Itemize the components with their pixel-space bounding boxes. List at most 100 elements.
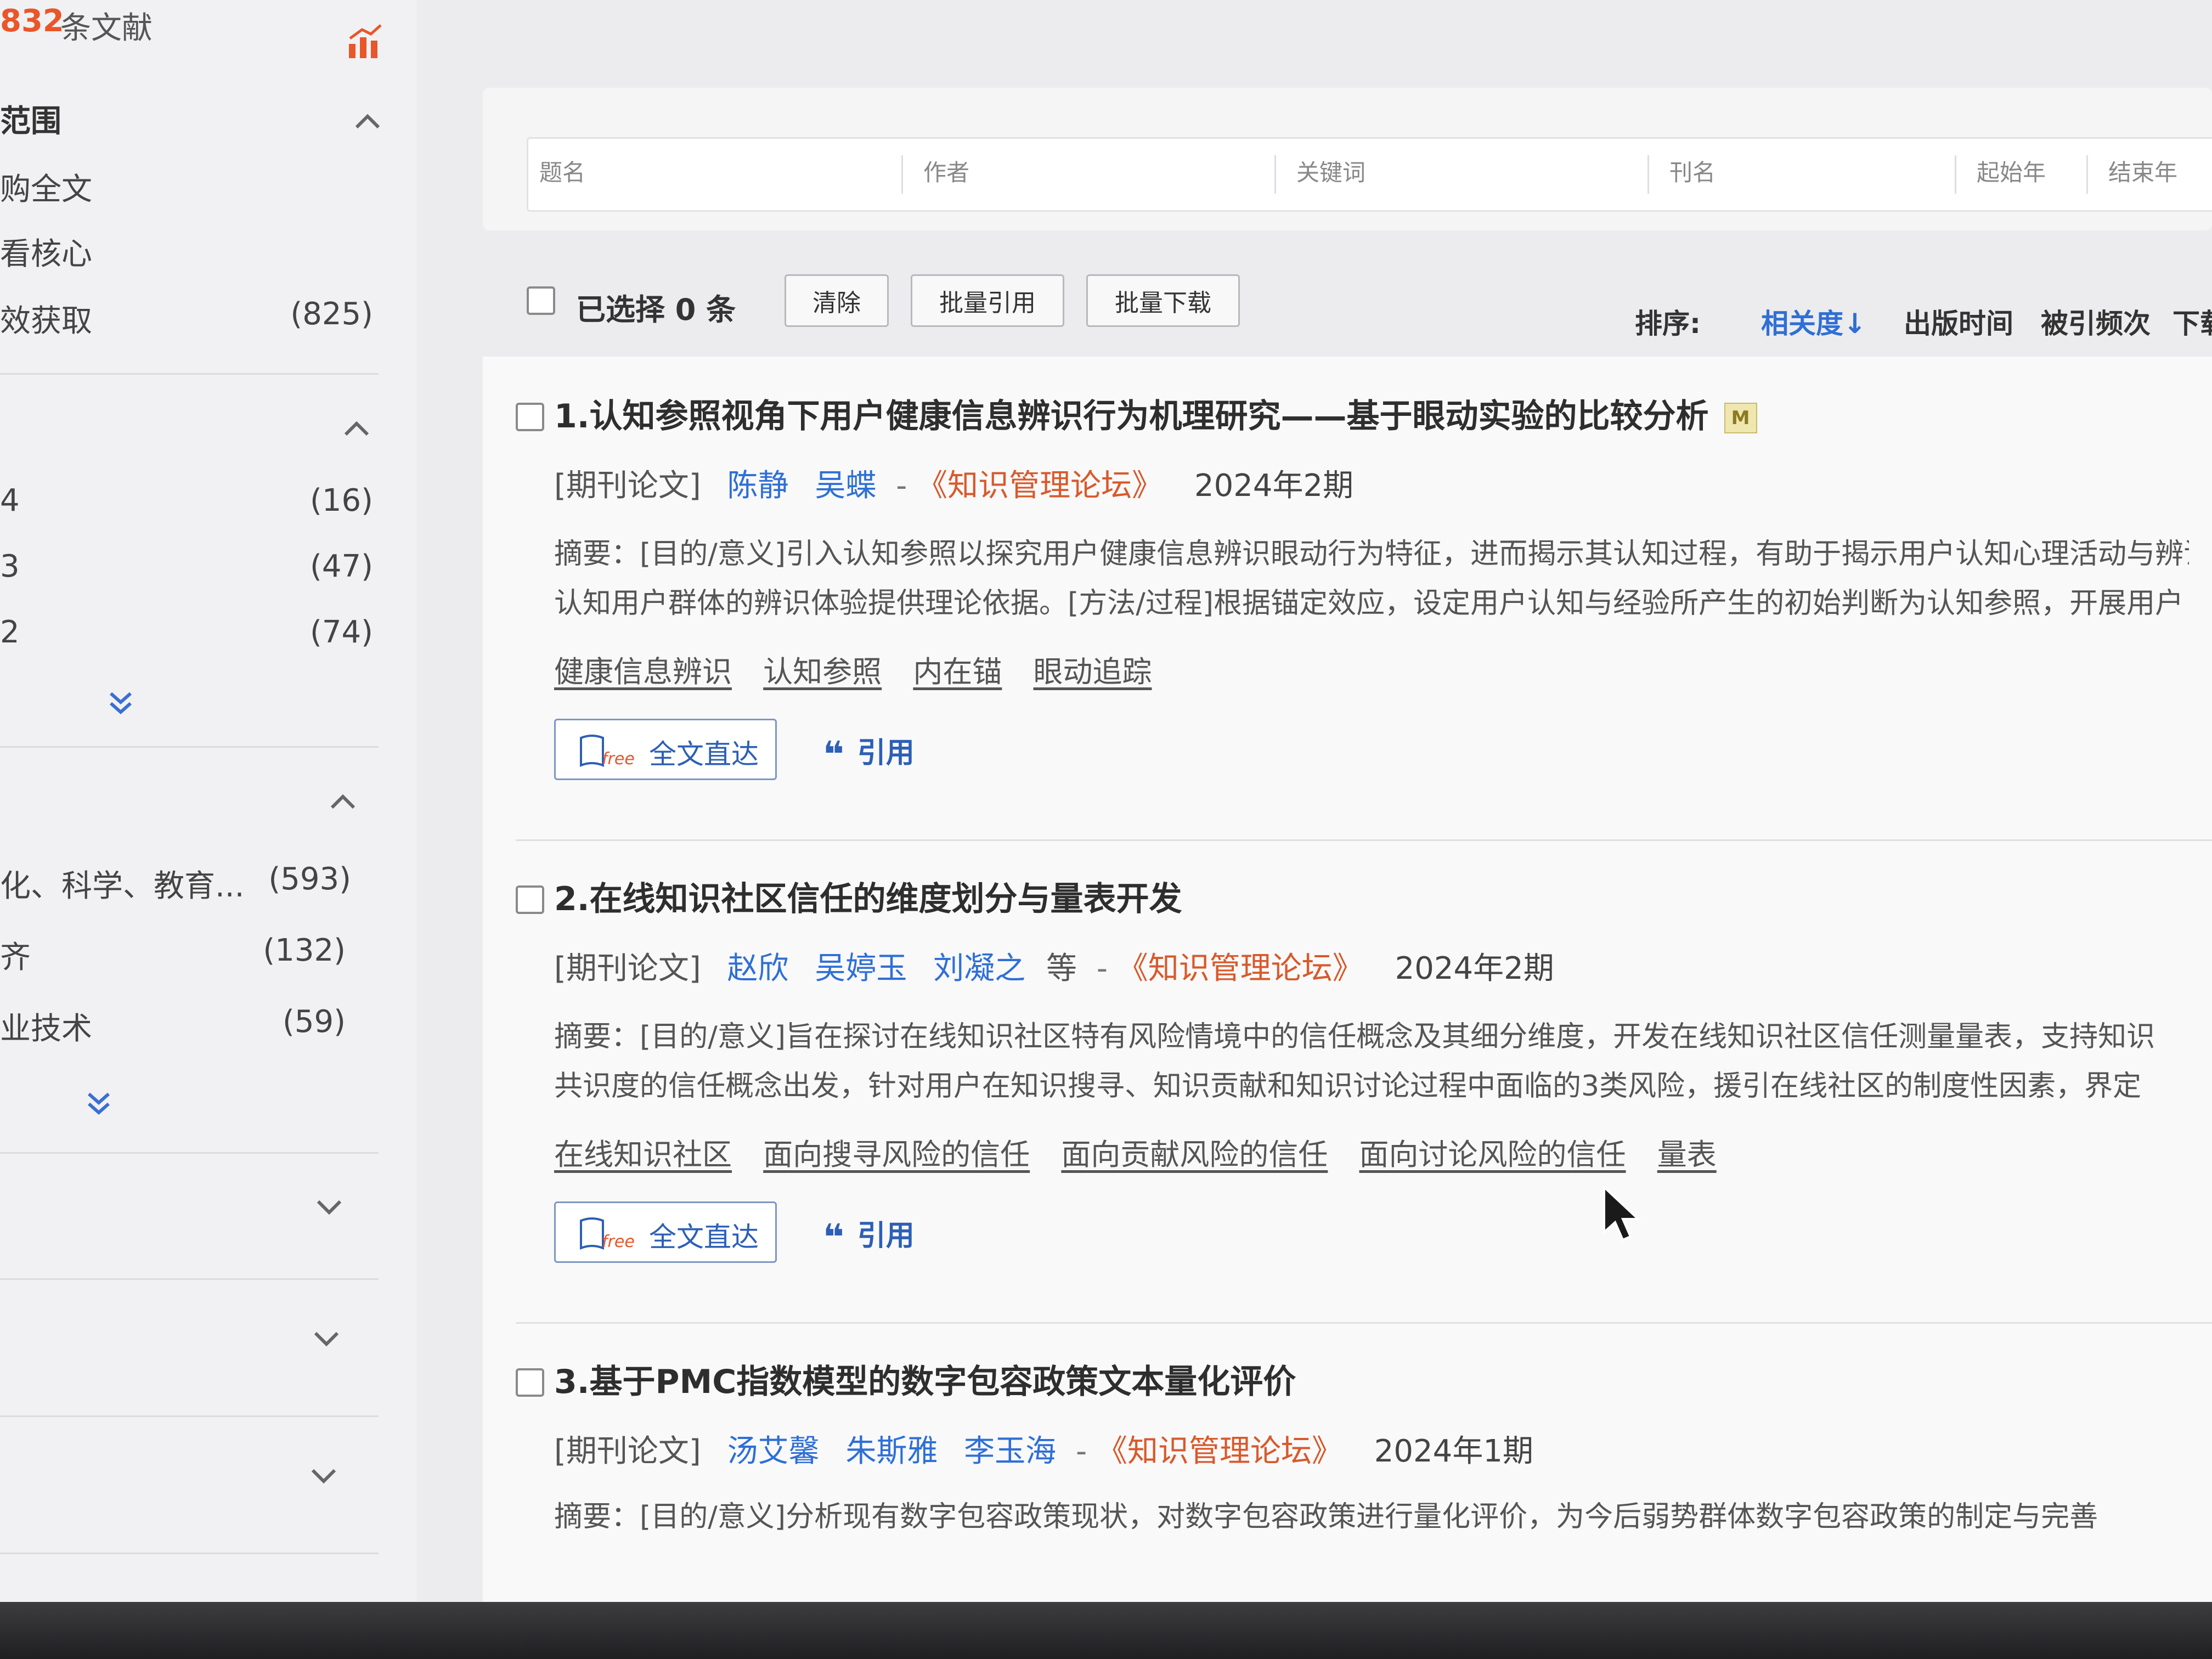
- keyword-link[interactable]: 面向讨论风险的信任: [1359, 1137, 1626, 1172]
- filter-item[interactable]: 4 (16): [0, 483, 373, 532]
- separator: -: [1075, 1434, 1087, 1469]
- free-book-icon: free: [580, 1217, 635, 1251]
- field-separator: [1647, 155, 1649, 194]
- keyword-link[interactable]: 量表: [1657, 1137, 1717, 1172]
- author-link[interactable]: 刘凝之: [933, 951, 1025, 986]
- double-chevron-down-icon[interactable]: [82, 1086, 115, 1119]
- results-toolbar: 已选择 0 条 清除 批量引用 批量下载 排序: 相关度↓ 出版时间 被引频次 …: [527, 274, 2212, 351]
- title-field[interactable]: 题名: [539, 154, 585, 188]
- result-checkbox[interactable]: [516, 403, 544, 431]
- result-title[interactable]: 3.基于PMC指数模型的数字包容政策文本量化评价: [554, 1363, 1296, 1401]
- sort-label: 排序:: [1635, 308, 1701, 340]
- abstract-line: 摘要：[目的/意义]引入认知参照以探究用户健康信息辨识眼动行为特征，进而揭示其认…: [554, 538, 2189, 571]
- keyword-link[interactable]: 面向搜寻风险的信任: [763, 1137, 1030, 1172]
- result-count-row: 832 条文献: [0, 0, 395, 71]
- field-separator: [2086, 155, 2088, 194]
- result-abstract: 摘要：[目的/意义]分析现有数字包容政策现状，对数字包容政策进行量化评价，为今后…: [554, 1492, 2189, 1542]
- fulltext-label: 全文直达: [649, 1221, 759, 1253]
- fulltext-button[interactable]: free 全文直达: [554, 1201, 777, 1263]
- author-link[interactable]: 赵欣: [727, 951, 789, 986]
- chart-icon[interactable]: [346, 22, 384, 60]
- chevron-down-icon[interactable]: [307, 1459, 340, 1492]
- keyword-link[interactable]: 面向贡献风险的信任: [1061, 1137, 1328, 1172]
- filter-item[interactable]: 效获取 (825): [0, 296, 373, 346]
- chevron-up-icon[interactable]: [326, 786, 359, 819]
- filter-item[interactable]: 业技术 (59): [0, 1004, 346, 1053]
- result-count-label: 条文献: [60, 10, 153, 46]
- abstract-line: 摘要：[目的/意义]旨在探讨在线知识社区特有风险情境中的信任概念及其细分维度，开…: [554, 1020, 2155, 1053]
- result-keywords: 在线知识社区 面向搜寻风险的信任 面向贡献风险的信任 面向讨论风险的信任 量表: [554, 1130, 1739, 1173]
- sort-publish-time[interactable]: 出版时间: [1904, 302, 2013, 341]
- keyword-link[interactable]: 认知参照: [763, 654, 882, 689]
- results-list: 1.认知参照视角下用户健康信息辨识行为机理研究——基于眼动实验的比较分析 M [期…: [483, 357, 2212, 1659]
- journal-link[interactable]: 《知识管理论坛》: [917, 468, 1163, 504]
- chevron-down-icon[interactable]: [310, 1322, 343, 1355]
- results-main: 题名 作者 关键词 刊名 起始年 结束年 已选择 0 条 清除 批量引用 批量下…: [472, 77, 2212, 1659]
- filter-item-count: (825): [290, 296, 373, 332]
- free-book-icon: free: [580, 735, 635, 769]
- journal-field[interactable]: 刊名: [1669, 154, 1716, 188]
- result-checkbox[interactable]: [516, 885, 544, 914]
- result-checkbox[interactable]: [516, 1368, 544, 1397]
- result-keywords: 健康信息辨识 认知参照 内在锚 眼动追踪: [554, 647, 1174, 691]
- batch-cite-button[interactable]: 批量引用: [911, 274, 1064, 327]
- cite-button[interactable]: ❝ 引用: [823, 730, 915, 776]
- fulltext-label: 全文直达: [649, 738, 759, 770]
- keyword-link[interactable]: 眼动追踪: [1034, 654, 1152, 689]
- journal-link[interactable]: 《知识管理论坛》: [1097, 1434, 1342, 1469]
- chevron-down-icon[interactable]: [313, 1190, 346, 1223]
- filter-item-label: 2: [0, 614, 20, 650]
- abstract-line: 共识度的信任概念出发，针对用户在知识搜寻、知识贡献和知识讨论过程中面临的3类风险…: [554, 1070, 2142, 1103]
- author-link[interactable]: 汤艾馨: [727, 1434, 820, 1469]
- author-link[interactable]: 陈静: [727, 468, 789, 504]
- sort-relevance[interactable]: 相关度↓: [1761, 302, 1866, 341]
- batch-download-button[interactable]: 批量下载: [1086, 274, 1240, 327]
- filter-section-year[interactable]: [0, 400, 395, 450]
- quote-icon: ❝: [823, 733, 844, 776]
- fulltext-button[interactable]: free 全文直达: [554, 719, 777, 780]
- filter-item[interactable]: 购全文: [0, 165, 373, 214]
- result-title[interactable]: 1.认知参照视角下用户健康信息辨识行为机理研究——基于眼动实验的比较分析: [554, 397, 1709, 436]
- end-year-field[interactable]: 结束年: [2108, 154, 2177, 188]
- keyword-field[interactable]: 关键词: [1296, 154, 1365, 188]
- mouse-cursor-icon: [1603, 1185, 1641, 1242]
- selected-count: 已选择 0 条: [576, 292, 736, 327]
- keyword-link[interactable]: 在线知识社区: [554, 1137, 732, 1172]
- filter-item[interactable]: 看核心: [0, 229, 373, 279]
- double-chevron-down-icon[interactable]: [104, 686, 137, 719]
- sort-downloads[interactable]: 下载量: [2172, 302, 2212, 341]
- keyword-link[interactable]: 健康信息辨识: [554, 654, 732, 689]
- clear-button[interactable]: 清除: [785, 274, 889, 327]
- separator: -: [896, 468, 907, 504]
- start-year-field[interactable]: 起始年: [1977, 154, 2046, 188]
- author-link[interactable]: 吴蝶: [815, 468, 876, 504]
- author-link[interactable]: 朱斯雅: [845, 1434, 938, 1469]
- sort-citations[interactable]: 被引频次: [2041, 302, 2151, 341]
- result-abstract: 摘要：[目的/意义]旨在探讨在线知识社区特有风险情境中的信任概念及其细分维度，开…: [554, 1012, 2189, 1111]
- divider: [0, 1553, 379, 1554]
- filter-item-label: 看核心: [0, 236, 92, 272]
- filter-section-scope[interactable]: 范围: [0, 93, 395, 143]
- cite-label: 引用: [857, 1220, 915, 1252]
- filter-item-count: (16): [310, 483, 373, 518]
- issue-label: 2024年2期: [1395, 951, 1554, 986]
- cite-button[interactable]: ❝ 引用: [823, 1212, 915, 1256]
- author-link[interactable]: 李玉海: [964, 1434, 1056, 1469]
- chevron-up-icon[interactable]: [340, 413, 373, 445]
- filter-section-subject[interactable]: [0, 774, 395, 823]
- divider: [0, 1152, 379, 1154]
- filter-item[interactable]: 化、科学、教育... (593): [0, 861, 351, 911]
- result-meta: [期刊论文] 陈静 吴蝶 - 《知识管理论坛》 2024年2期: [554, 461, 1353, 505]
- divider: [0, 1278, 379, 1280]
- journal-link[interactable]: 《知识管理论坛》: [1118, 951, 1363, 986]
- author-field[interactable]: 作者: [923, 154, 969, 188]
- select-all-checkbox[interactable]: [527, 286, 555, 315]
- filter-item[interactable]: 2 (74): [0, 614, 373, 664]
- filter-item[interactable]: 齐 (132): [0, 933, 346, 982]
- screen-bezel: [0, 1602, 2212, 1659]
- filter-item[interactable]: 3 (47): [0, 549, 373, 598]
- keyword-link[interactable]: 内在锚: [913, 654, 1002, 689]
- chevron-up-icon[interactable]: [351, 105, 384, 138]
- result-title[interactable]: 2.在线知识社区信任的维度划分与量表开发: [554, 880, 1182, 918]
- author-link[interactable]: 吴婷玉: [815, 951, 907, 986]
